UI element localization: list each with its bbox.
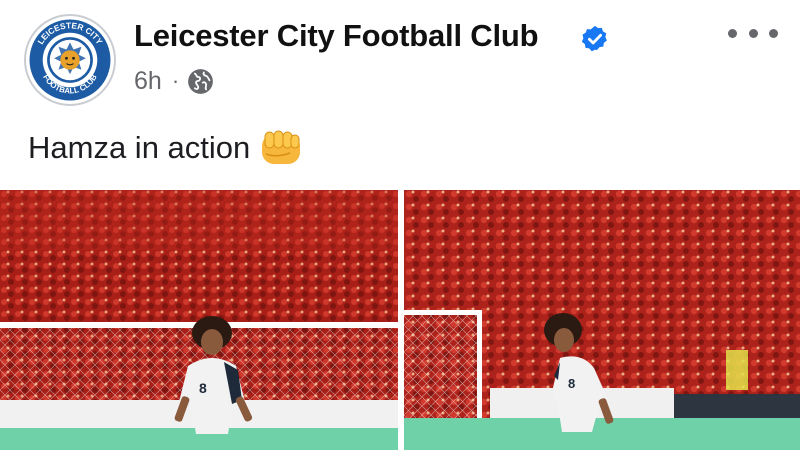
verified-badge-icon (581, 25, 607, 52)
oncoming-fist-emoji-icon (262, 130, 301, 164)
page-name[interactable]: Leicester City Football Club (134, 18, 539, 54)
photo-hamza-2[interactable]: 8 (404, 190, 800, 450)
svg-text:8: 8 (568, 376, 575, 391)
svg-text:8: 8 (199, 380, 207, 396)
meta-separator: · (171, 68, 180, 93)
more-options-icon[interactable] (728, 18, 778, 48)
post-timestamp[interactable]: 6h (134, 67, 162, 96)
caption-text: Hamza in action (28, 130, 251, 165)
photo-hamza-1[interactable]: 8 (0, 190, 398, 450)
page-avatar[interactable]: LEICESTER CITY FOOTBALL CLUB (24, 14, 116, 106)
globe-icon[interactable] (187, 68, 214, 95)
club-crest-logo: LEICESTER CITY FOOTBALL CLUB (29, 19, 111, 101)
post-header: LEICESTER CITY FOOTBALL CLUB Leicester C… (0, 0, 800, 120)
post-meta: 6h · (134, 64, 214, 98)
photo-grid: 8 8 (0, 190, 800, 450)
post-caption: Hamza in action (28, 128, 302, 168)
